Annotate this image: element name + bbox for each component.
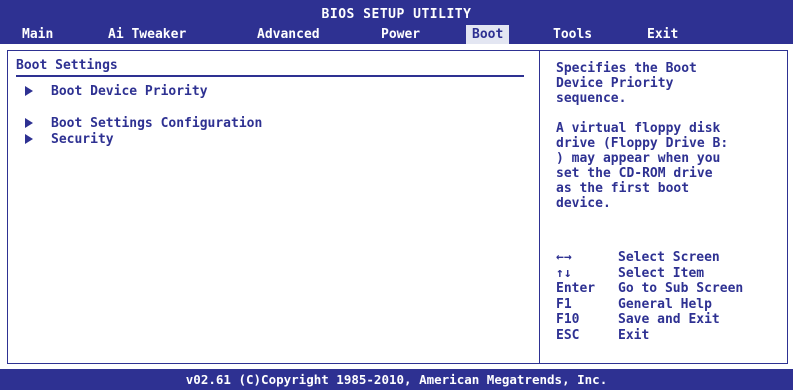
key-row: ESC Exit <box>556 328 743 344</box>
help-panel: Specifies the Boot Device Priority seque… <box>556 61 786 211</box>
menu-ai-tweaker[interactable]: Ai Tweaker <box>108 27 186 42</box>
submenu-arrow-icon <box>25 86 33 96</box>
submenu-arrow-icon <box>25 134 33 144</box>
section-title: Boot Settings <box>16 58 118 73</box>
entry-label: Security <box>51 132 114 147</box>
menu-boot[interactable]: Boot <box>466 25 510 44</box>
utility-title: BIOS SETUP UTILITY <box>321 7 472 22</box>
key-row: ←→ Select Screen <box>556 250 743 266</box>
help-text-floppy: A virtual floppy disk drive (Floppy Driv… <box>556 121 729 211</box>
menu-exit[interactable]: Exit <box>647 27 678 42</box>
menu-tools[interactable]: Tools <box>553 27 592 42</box>
key-row: ↑↓ Select Item <box>556 266 743 282</box>
menu-main[interactable]: Main <box>22 27 53 42</box>
entry-label: Boot Settings Configuration <box>51 116 263 131</box>
key-action: Go to Sub Screen <box>618 281 744 296</box>
security-item[interactable]: Security <box>25 132 114 147</box>
key-action: Exit <box>618 327 650 343</box>
key-action: Select Item <box>618 265 705 281</box>
f10-key: F10 <box>556 312 580 327</box>
entry-label: Boot Device Priority <box>51 84 208 99</box>
key-row: Enter Go to Sub Screen <box>556 281 743 297</box>
menu-bar: Main Ai Tweaker Advanced Power Boot Tool… <box>0 25 793 44</box>
key-action: Select Screen <box>618 250 720 265</box>
menu-advanced[interactable]: Advanced <box>257 27 320 42</box>
key-row: F1 General Help <box>556 297 743 313</box>
esc-key: ESC <box>556 327 580 343</box>
arrows-lr-key: ←→ <box>556 250 572 265</box>
bios-screen: BIOS SETUP UTILITY Main Ai Tweaker Advan… <box>0 0 793 390</box>
menu-power[interactable]: Power <box>381 27 420 42</box>
copyright-footer: v02.61 (C)Copyright 1985-2010, American … <box>0 369 793 390</box>
submenu-arrow-icon <box>25 118 33 128</box>
header-bar: BIOS SETUP UTILITY Main Ai Tweaker Advan… <box>0 0 793 44</box>
f1-key: F1 <box>556 296 572 312</box>
section-underline <box>16 75 524 77</box>
enter-key: Enter <box>556 281 596 296</box>
arrows-ud-key: ↑↓ <box>556 265 572 281</box>
boot-settings-configuration-item[interactable]: Boot Settings Configuration <box>25 116 262 131</box>
key-action: General Help <box>618 296 712 312</box>
key-legend: ←→ Select Screen ↑↓ Select Item Enter Go to… <box>556 250 743 343</box>
key-row: F10 Save and Exit <box>556 312 743 328</box>
boot-device-priority-item[interactable]: Boot Device Priority <box>25 84 208 99</box>
panel-divider <box>539 51 540 363</box>
key-action: Save and Exit <box>618 312 720 327</box>
help-text-priority: Specifies the Boot Device Priority seque… <box>556 61 697 106</box>
